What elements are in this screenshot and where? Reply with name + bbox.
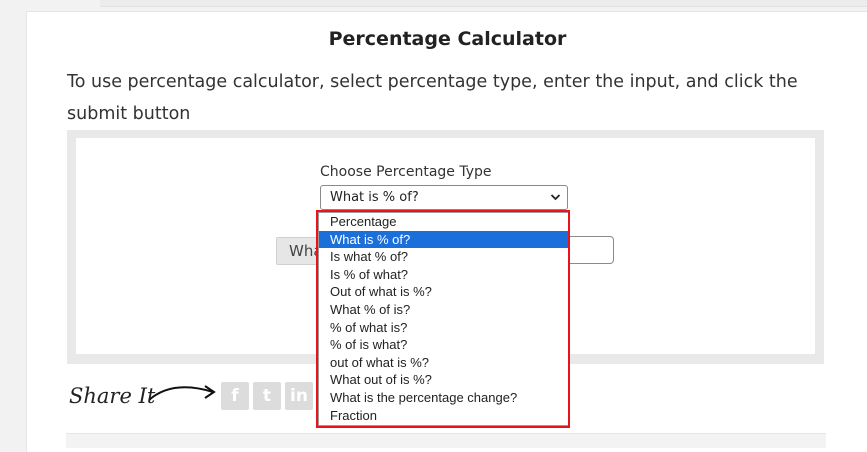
dropdown-option[interactable]: % of is what? [319, 336, 568, 354]
percentage-type-dropdown[interactable]: Percentage What is % of? Is what % of? I… [318, 212, 569, 426]
value-input[interactable] [568, 236, 614, 264]
twitter-glyph: t [262, 386, 272, 406]
dropdown-option[interactable]: What % of is? [319, 301, 568, 319]
percentage-type-label: Choose Percentage Type [320, 164, 492, 180]
dropdown-option[interactable]: out of what is %? [319, 354, 568, 372]
arrow-icon [148, 385, 216, 401]
share-label: Share It [69, 384, 156, 408]
linkedin-glyph: in [290, 386, 308, 406]
dropdown-option[interactable]: % of what is? [319, 319, 568, 337]
instructions-text: To use percentage calculator, select per… [67, 72, 798, 124]
percentage-type-select[interactable]: What is % of? [320, 185, 568, 210]
dropdown-option[interactable]: What out of is %? [319, 371, 568, 389]
select-value: What is % of? [330, 190, 419, 205]
dropdown-option-selected[interactable]: What is % of? [319, 230, 568, 249]
dropdown-option[interactable]: Percentage [319, 213, 568, 231]
dropdown-option[interactable]: Is % of what? [319, 266, 568, 284]
top-strip [100, 0, 867, 7]
twitter-icon[interactable]: t [253, 382, 281, 410]
dropdown-option[interactable]: Is what % of? [319, 248, 568, 266]
facebook-icon[interactable]: f [221, 382, 249, 410]
facebook-glyph: f [231, 386, 239, 406]
question-type-button[interactable]: Wha [276, 237, 324, 265]
page-title: Percentage Calculator [328, 28, 567, 50]
dropdown-option[interactable]: What is the percentage change? [319, 389, 568, 407]
dropdown-option[interactable]: Fraction [319, 407, 568, 425]
dropdown-option[interactable]: Out of what is %? [319, 283, 568, 301]
linkedin-icon[interactable]: in [285, 382, 313, 410]
